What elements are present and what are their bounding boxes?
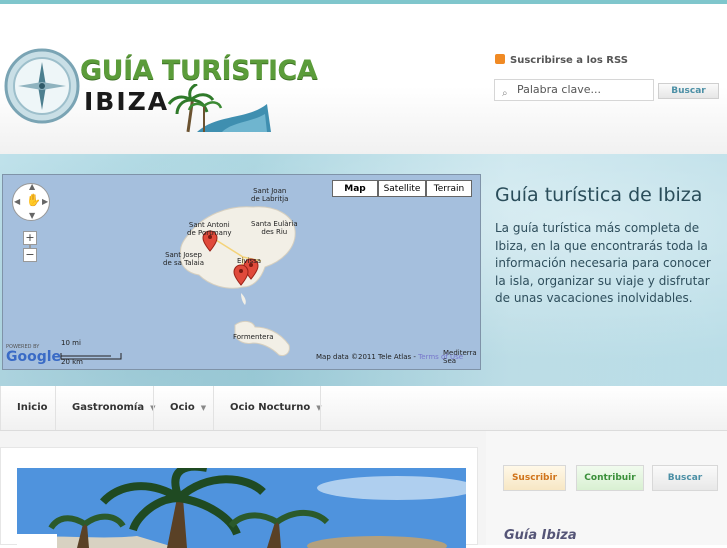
scale-km: 20 km	[61, 358, 84, 366]
logo-subtitle: IBIZA	[84, 87, 170, 116]
sidebar-search-button[interactable]: Buscar	[652, 465, 718, 491]
site-header: GUÍA TURÍSTICA IBIZA Suscribirse a los R…	[0, 4, 727, 154]
rss-subscribe-link[interactable]: Suscribirse a los RSS	[495, 54, 628, 66]
search-icon: ⌕	[502, 88, 508, 99]
map-type-satellite-button[interactable]: Satellite	[378, 180, 426, 197]
place-label: Santa Eulària des Riu	[251, 220, 298, 236]
google-logo[interactable]: Google	[6, 349, 61, 365]
place-label: Sant Antoni de Portmany	[187, 221, 232, 237]
attribution-text: Map data ©2011 Tele Atlas -	[316, 353, 419, 361]
map-pan-control[interactable]: ✋ ▲ ◀ ▶ ▼	[12, 182, 50, 221]
banner-title: Guía turística de Ibiza	[495, 184, 703, 206]
logo-title: GUÍA TURÍSTICA	[80, 55, 318, 86]
zoom-in-button[interactable]: +	[23, 231, 37, 245]
search-input[interactable]: ⌕ Palabra clave...	[494, 79, 654, 101]
scale-miles: 10 mi	[61, 339, 81, 347]
place-label: Formentera	[233, 333, 274, 341]
contribute-button[interactable]: Contribuir	[576, 465, 644, 491]
nav-item-label: Inicio	[17, 402, 48, 413]
rss-label: Suscribirse a los RSS	[510, 55, 628, 66]
pan-up-icon: ▲	[29, 182, 36, 191]
palm-island-illustration	[167, 84, 271, 133]
place-label: Eivissa	[237, 257, 262, 265]
nav-item-ocio[interactable]: Ocio ▼	[170, 386, 206, 430]
rss-icon	[495, 54, 505, 64]
nav-item-gastronomia[interactable]: Gastronomía▼	[72, 386, 155, 430]
nav-item-label: Ocio Nocturno	[230, 402, 311, 413]
pan-right-icon: ▶	[42, 197, 49, 206]
place-label: Sant Joan de Labritja	[251, 187, 289, 203]
site-logo[interactable]: GUÍA TURÍSTICA IBIZA	[2, 44, 318, 134]
nav-item-label: Ocio	[170, 402, 195, 413]
map-attribution: Map data ©2011 Tele Atlas - Terms of Use	[316, 353, 463, 361]
place-label: Sant Josep de sa Talaia	[163, 251, 205, 267]
subscribe-button[interactable]: Suscribir	[503, 465, 566, 491]
nav-divider	[213, 386, 214, 430]
nav-item-ocio-nocturno[interactable]: Ocio Nocturno ▼	[230, 386, 322, 430]
main-content: Suscribir Contribuir Buscar Guía Ibiza	[0, 431, 727, 548]
pan-down-icon: ▼	[29, 211, 36, 220]
nav-divider	[0, 386, 1, 430]
map-type-map-button[interactable]: Map	[332, 180, 378, 197]
featured-post-image[interactable]	[17, 468, 466, 548]
nav-divider	[55, 386, 56, 430]
sidebar-heading: Guía Ibiza	[504, 528, 577, 543]
hand-icon: ✋	[26, 193, 41, 207]
zoom-out-button[interactable]: −	[23, 248, 37, 262]
chevron-down-icon: ▼	[200, 404, 207, 412]
nav-divider	[320, 386, 321, 430]
hero-banner: ✋ ▲ ◀ ▶ ▼ + − Map Satellite Terrain Sant…	[0, 154, 727, 386]
sidebar: Suscribir Contribuir Buscar Guía Ibiza	[486, 431, 727, 545]
nav-item-label: Gastronomía	[72, 402, 145, 413]
banner-description: La guía turística más completa de Ibiza,…	[495, 221, 711, 305]
search-button[interactable]: Buscar	[658, 83, 719, 99]
nav-divider	[153, 386, 154, 430]
featured-post	[0, 447, 478, 548]
terms-of-use-link[interactable]: Terms of Use	[418, 353, 463, 361]
compass-icon	[4, 48, 80, 124]
nav-item-inicio[interactable]: Inicio	[17, 386, 48, 430]
pan-left-icon: ◀	[14, 197, 21, 206]
map-type-terrain-button[interactable]: Terrain	[426, 180, 472, 197]
main-navigation: Inicio Gastronomía▼ Ocio ▼ Ocio Nocturno▼	[0, 386, 727, 431]
beach-photo	[17, 468, 466, 548]
google-map[interactable]: ✋ ▲ ◀ ▶ ▼ + − Map Satellite Terrain Sant…	[2, 174, 481, 370]
search-placeholder: Palabra clave...	[517, 83, 602, 96]
